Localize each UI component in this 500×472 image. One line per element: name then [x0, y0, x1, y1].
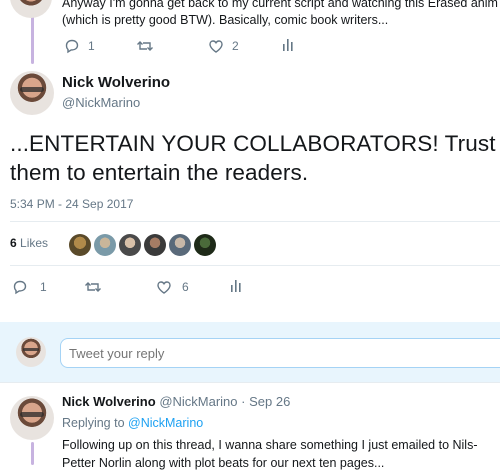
retweet-icon — [85, 282, 101, 292]
liker-avatar[interactable] — [144, 234, 166, 256]
next-tweet-header: Nick Wolverino @NickMarino · Sep 26 — [62, 394, 290, 409]
next-tweet-text: Following up on this thread, I wanna sha… — [62, 436, 478, 472]
retweet-action[interactable] — [84, 279, 102, 295]
divider — [10, 265, 500, 266]
user-avatar — [16, 337, 46, 367]
reply-input[interactable] — [60, 338, 500, 368]
author-avatar[interactable] — [10, 396, 54, 440]
divider — [10, 221, 500, 222]
retweet-icon — [137, 41, 153, 51]
analytics-icon — [283, 39, 293, 51]
likes-count: 6 — [10, 236, 17, 250]
analytics-action[interactable] — [230, 279, 242, 293]
reply-count: 1 — [40, 280, 47, 294]
divider — [0, 382, 500, 383]
reply-action[interactable]: 1 — [64, 38, 95, 54]
tweet-timestamp[interactable]: 5:34 PM - 24 Sep 2017 — [10, 197, 133, 211]
replying-to: Replying to @NickMarino — [62, 416, 203, 430]
prev-tweet-text: Anyway I'm gonna get back to my current … — [62, 0, 500, 29]
next-tweet-text-line1: Following up on this thread, I wanna sha… — [62, 438, 478, 452]
liker-avatar[interactable] — [119, 234, 141, 256]
prev-tweet-text-line2: (which is pretty good BTW). Basically, c… — [62, 13, 389, 27]
tweet-text: ...ENTERTAIN YOUR COLLABORATORS! Trust t… — [10, 129, 496, 187]
like-count: 6 — [182, 280, 189, 294]
liker-avatar[interactable] — [194, 234, 216, 256]
like-count: 2 — [232, 39, 239, 53]
liker-avatar[interactable] — [169, 234, 191, 256]
reply-count: 1 — [88, 39, 95, 53]
next-tweet-date[interactable]: · Sep 26 — [241, 394, 290, 409]
reply-icon — [13, 280, 27, 295]
author-name[interactable]: Nick Wolverino — [62, 74, 170, 91]
tweet-text-line1: ...ENTERTAIN YOUR COLLABORATORS! Trust — [10, 131, 496, 156]
heart-icon — [209, 40, 223, 53]
like-action[interactable]: 2 — [208, 38, 239, 54]
likers-list — [69, 234, 216, 256]
retweet-action[interactable] — [136, 38, 154, 54]
analytics-action[interactable] — [282, 38, 294, 52]
likes-summary[interactable]: 6 Likes — [10, 236, 48, 250]
prev-tweet-text-line1: Anyway I'm gonna get back to my current … — [62, 0, 498, 10]
author-avatar[interactable] — [10, 71, 54, 115]
likes-label: Likes — [20, 236, 49, 250]
reply-action[interactable]: 1 — [12, 279, 47, 295]
tweet-text-line2: them to entertain the readers. — [10, 160, 309, 185]
analytics-icon — [231, 280, 241, 292]
reply-icon — [65, 39, 79, 54]
replying-label: Replying to — [62, 416, 125, 430]
author-handle[interactable]: @NickMarino — [62, 95, 140, 110]
reply-composer — [0, 322, 500, 382]
liker-avatar[interactable] — [94, 234, 116, 256]
heart-icon — [157, 281, 171, 294]
next-tweet-text-line2: Petter Norlin along with plot beats for … — [62, 456, 385, 470]
next-author-handle[interactable]: @NickMarino — [159, 394, 237, 409]
avatar[interactable] — [10, 0, 52, 18]
replying-handle-link[interactable]: @NickMarino — [128, 416, 203, 430]
thread-line-bottom — [31, 442, 34, 465]
next-author-name[interactable]: Nick Wolverino — [62, 394, 156, 409]
like-action[interactable]: 6 — [156, 279, 189, 295]
liker-avatar[interactable] — [69, 234, 91, 256]
